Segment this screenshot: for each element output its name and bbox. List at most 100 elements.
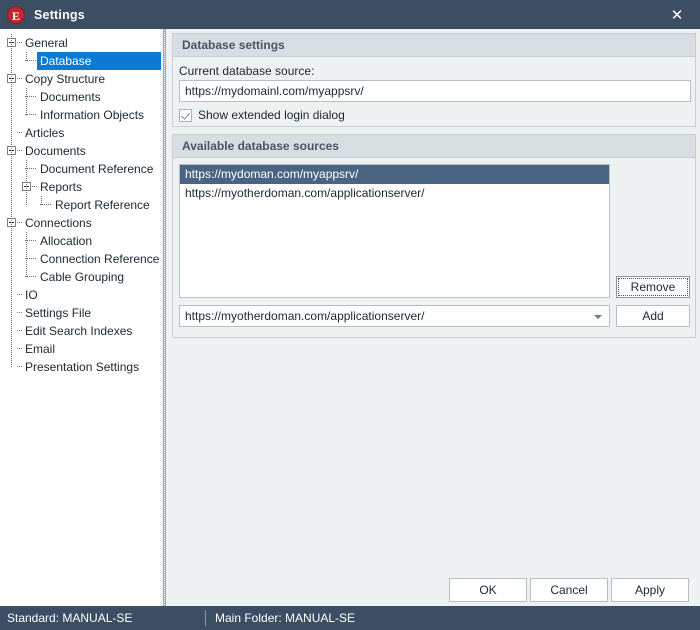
sidebar-item-label: Copy Structure [25,72,106,86]
sidebar-item-label: Documents [40,90,101,104]
tree-branch-line [26,178,27,196]
source-combobox-value: https://myotherdoman.com/applicationserv… [185,309,425,323]
available-sources-header: Available database sources [173,135,695,158]
tree-trunk-line [11,34,12,52]
cancel-button[interactable]: Cancel [530,578,608,602]
window-title: Settings [34,7,85,22]
sidebar-item-label: Database [37,52,161,70]
tree-trunk-line [11,52,12,70]
settings-tree[interactable]: General Database Copy Structure Documents In… [0,29,161,376]
sidebar-item-label: Report Reference [55,198,150,212]
sidebar-item-label: Documents [25,144,86,158]
tree-trunk-line [11,250,12,268]
sidebar-item-documents[interactable]: Documents [0,88,161,106]
remove-button[interactable]: Remove [616,276,690,298]
sidebar-item-label: Information Objects [40,108,145,122]
settings-dialog: E Settings ✕ General Database Copy Structu… [0,0,700,630]
tree-branch-line [26,106,27,115]
tree-trunk-line [11,340,12,358]
sidebar-item-connections[interactable]: Connections [0,214,161,232]
checkmark-icon [179,108,192,122]
sidebar-item-label: Cable Grouping [40,270,125,284]
current-database-source-label: Current database source: [179,64,315,78]
tree-trunk-line [11,304,12,322]
sidebar-item-label: Connections [25,216,92,230]
statusbar-main-folder: Main Folder: MANUAL-SE [215,611,356,625]
sidebar-item-label: Settings File [25,306,92,320]
list-item[interactable]: https://myotherdoman.com/applicationserv… [180,184,609,203]
list-item[interactable]: https://mydoman.com/myappsrv/ [180,165,609,184]
tree-branch-line [26,52,27,61]
show-extended-login-label: Show extended login dialog [198,108,345,122]
tree-branch-line [26,160,27,178]
sidebar-item-presentation-settings[interactable]: Presentation Settings [0,358,161,376]
panel-splitter[interactable] [161,29,168,606]
tree-trunk-line [11,160,12,178]
sidebar-item-io[interactable]: IO [0,286,161,304]
tree-trunk-line [11,124,12,142]
sidebar-item-label: Reports [40,180,83,194]
sidebar-item-allocation[interactable]: Allocation [0,232,161,250]
sidebar-item-cable-grouping[interactable]: Cable Grouping [0,268,161,286]
settings-content-panel: Database settings Current database sourc… [168,29,700,606]
sidebar-item-edit-search-indexes[interactable]: Edit Search Indexes [0,322,161,340]
database-settings-header: Database settings [173,34,695,57]
tree-trunk-line [11,196,12,214]
statusbar-divider [205,610,206,626]
sidebar-item-connection-reference[interactable]: Connection Reference [0,250,161,268]
tree-trunk-line [11,322,12,340]
sidebar-item-settings-file[interactable]: Settings File [0,304,161,322]
sidebar-item-report-reference[interactable]: Report Reference [0,196,161,214]
sidebar-item-reports[interactable]: Reports [0,178,161,196]
tree-trunk-line [11,88,12,106]
statusbar: Standard: MANUAL-SE Main Folder: MANUAL-… [0,606,700,630]
titlebar: E Settings ✕ [0,0,700,29]
chevron-down-icon[interactable] [594,315,602,319]
sidebar-item-label: Email [25,342,56,356]
sidebar-item-label: Allocation [40,234,93,248]
available-sources-group: Available database sources https://mydom… [172,134,696,338]
sidebar-item-label: Edit Search Indexes [25,324,133,338]
sidebar-item-articles[interactable]: Articles [0,124,161,142]
sidebar-item-copy-structure[interactable]: Copy Structure [0,70,161,88]
app-logo-icon: E [7,5,25,24]
tree-trunk-line [11,106,12,124]
sidebar-item-database[interactable]: Database [0,52,161,70]
sidebar-item-label: General [25,36,68,50]
close-icon[interactable]: ✕ [654,0,700,29]
tree-trunk-line [11,232,12,250]
tree-branch-line [26,88,27,106]
tree-branch-line [26,196,27,205]
sidebar-item-email[interactable]: Email [0,340,161,358]
sidebar-item-label: Connection Reference [40,252,160,266]
tree-branch-line [26,232,27,250]
database-settings-group: Database settings Current database sourc… [172,33,696,127]
tree-branch-line [26,250,27,268]
sidebar-item-general[interactable]: General [0,34,161,52]
tree-trunk-line [11,268,12,286]
tree-trunk-line [11,178,12,196]
sidebar-item-label: IO [25,288,38,302]
sidebar-item-document-reference[interactable]: Document Reference [0,160,161,178]
statusbar-standard: Standard: MANUAL-SE [7,611,133,625]
ok-button[interactable]: OK [449,578,527,602]
sidebar-item-label: Document Reference [40,162,154,176]
sidebar-item-information-objects[interactable]: Information Objects [0,106,161,124]
sidebar-item-label: Articles [25,126,65,140]
tree-branch-line [41,196,42,205]
settings-tree-panel[interactable]: General Database Copy Structure Documents In… [0,29,161,606]
tree-trunk-line [11,286,12,304]
show-extended-login-checkbox[interactable]: Show extended login dialog [179,108,345,122]
tree-trunk-line [11,142,12,160]
source-combobox[interactable]: https://myotherdoman.com/applicationserv… [179,305,610,327]
tree-trunk-line [11,214,12,232]
current-database-source-input[interactable]: https://mydomainl.com/myappsrv/ [179,80,691,102]
available-sources-list[interactable]: https://mydoman.com/myappsrv/https://myo… [179,164,610,298]
tree-trunk-line [11,358,12,367]
add-button[interactable]: Add [616,305,690,327]
apply-button[interactable]: Apply [611,578,689,602]
tree-branch-line [26,268,27,277]
tree-trunk-line [11,70,12,88]
sidebar-item-label: Presentation Settings [25,360,140,374]
sidebar-item-documents[interactable]: Documents [0,142,161,160]
